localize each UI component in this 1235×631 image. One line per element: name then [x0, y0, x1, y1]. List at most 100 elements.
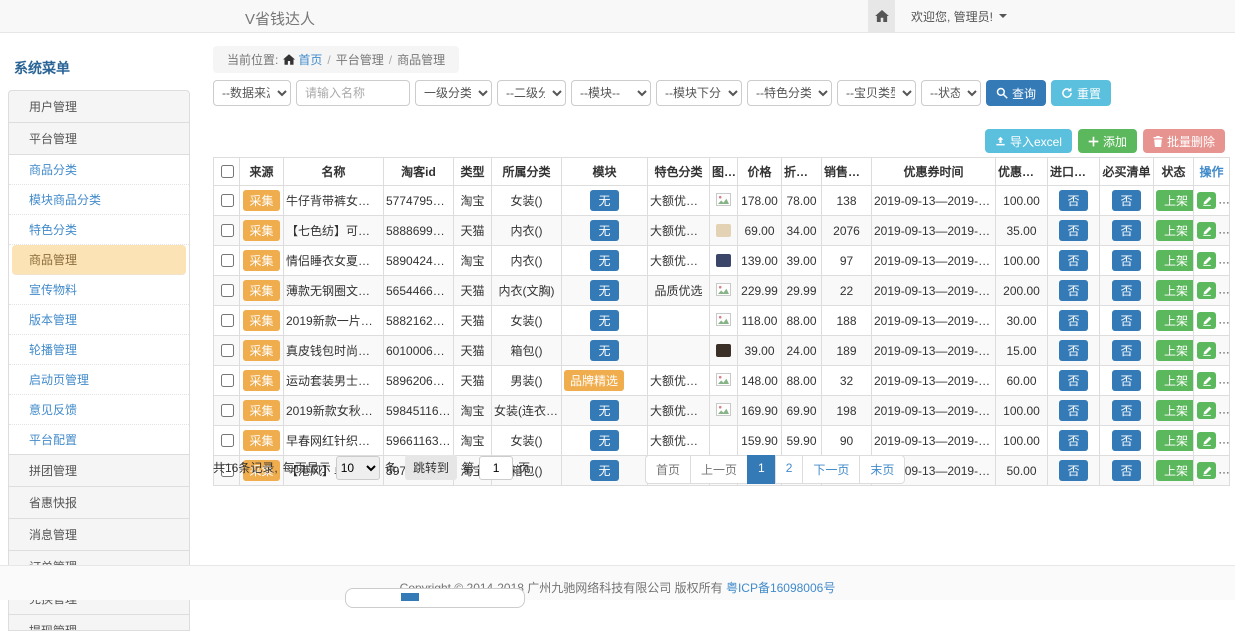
jump-button[interactable]: 跳转到 — [405, 455, 457, 480]
edit-button[interactable] — [1197, 222, 1216, 239]
status-on-shelf-button[interactable]: 上架 — [1156, 190, 1194, 211]
import-select-toggle[interactable]: 否 — [1059, 190, 1087, 211]
filter-dropdown[interactable]: --模块-- — [571, 80, 651, 106]
import-excel-button[interactable]: 导入excel — [985, 129, 1072, 153]
row-checkbox[interactable] — [221, 314, 234, 327]
must-buy-toggle[interactable]: 否 — [1112, 430, 1140, 451]
name-search-input[interactable] — [296, 80, 410, 106]
filter-dropdown[interactable]: --模块下分类-- — [656, 80, 742, 106]
sidebar-item[interactable]: 平台配置 — [9, 425, 189, 454]
import-select-toggle[interactable]: 否 — [1059, 460, 1087, 481]
import-select-toggle[interactable]: 否 — [1059, 430, 1087, 451]
sidebar-item[interactable]: 意见反馈 — [9, 395, 189, 425]
per-page-select[interactable]: 10 — [336, 456, 380, 480]
filter-dropdown[interactable]: --数据来源-- — [213, 80, 291, 106]
batch-delete-button[interactable]: 批量删除 — [1143, 129, 1225, 153]
page-button[interactable]: 上一页 — [690, 455, 748, 484]
must-buy-toggle[interactable]: 否 — [1112, 280, 1140, 301]
filter-dropdown[interactable]: --特色分类-- — [747, 80, 832, 106]
must-buy-toggle[interactable]: 否 — [1112, 400, 1140, 421]
import-select-toggle[interactable]: 否 — [1059, 220, 1087, 241]
filter-dropdown[interactable]: 一级分类 — [415, 80, 492, 106]
status-on-shelf-button[interactable]: 上架 — [1156, 280, 1194, 301]
icp-link[interactable]: 粤ICP备16098006号 — [726, 581, 835, 595]
must-buy-toggle[interactable]: 否 — [1112, 310, 1140, 331]
sidebar-item[interactable]: 轮播管理 — [9, 335, 189, 365]
sidebar-group[interactable]: 拼团管理 — [8, 454, 190, 487]
user-menu[interactable]: 欢迎您, 管理员! — [895, 0, 1025, 32]
must-buy-toggle-cell: 否 — [1100, 366, 1154, 396]
sales-cell: 2076 — [822, 216, 872, 246]
status-on-shelf-button[interactable]: 上架 — [1156, 430, 1194, 451]
row-checkbox[interactable] — [221, 434, 234, 447]
status-on-shelf-button[interactable]: 上架 — [1156, 400, 1194, 421]
row-checkbox[interactable] — [221, 344, 234, 357]
select-all-checkbox[interactable] — [221, 165, 234, 178]
must-buy-toggle[interactable]: 否 — [1112, 340, 1140, 361]
filter-dropdown[interactable]: --二级分类-- — [497, 80, 566, 106]
edit-button[interactable] — [1197, 252, 1216, 269]
edit-button[interactable] — [1197, 402, 1216, 419]
row-checkbox[interactable] — [221, 254, 234, 267]
sidebar-group[interactable]: 平台管理 — [8, 122, 190, 155]
must-buy-toggle[interactable]: 否 — [1112, 190, 1140, 211]
coupon-amount-cell: 30.00 — [996, 306, 1048, 336]
must-buy-toggle[interactable]: 否 — [1112, 220, 1140, 241]
sidebar-item[interactable]: 启动页管理 — [9, 365, 189, 395]
must-buy-toggle[interactable]: 否 — [1112, 460, 1140, 481]
sidebar-group[interactable]: 省惠快报 — [8, 486, 190, 519]
breadcrumb-home-link[interactable]: 首页 — [283, 51, 322, 68]
import-select-toggle[interactable]: 否 — [1059, 340, 1087, 361]
import-select-toggle[interactable]: 否 — [1059, 370, 1087, 391]
import-select-toggle[interactable]: 否 — [1059, 310, 1087, 331]
filter-bar: --数据来源-- 一级分类--二级分类----模块----模块下分类----特色分… — [213, 80, 1111, 106]
page-button[interactable]: 末页 — [859, 455, 905, 484]
search-button[interactable]: 查询 — [986, 80, 1046, 106]
sidebar-group[interactable]: 消息管理 — [8, 518, 190, 551]
status-on-shelf-button[interactable]: 上架 — [1156, 220, 1194, 241]
edit-button[interactable] — [1197, 282, 1216, 299]
status-on-shelf-button[interactable]: 上架 — [1156, 310, 1194, 331]
page-button[interactable]: 下一页 — [802, 455, 860, 484]
column-header: 所属分类 — [492, 158, 562, 186]
must-buy-toggle[interactable]: 否 — [1112, 370, 1140, 391]
must-buy-toggle[interactable]: 否 — [1112, 250, 1140, 271]
sidebar-item[interactable]: 特色分类 — [9, 215, 189, 245]
reset-button[interactable]: 重置 — [1051, 80, 1111, 106]
sidebar-item[interactable]: 版本管理 — [9, 305, 189, 335]
row-checkbox[interactable] — [221, 374, 234, 387]
sidebar-group[interactable]: 用户管理 — [8, 90, 190, 123]
edit-button[interactable] — [1197, 432, 1216, 449]
breadcrumb-home-label[interactable]: 首页 — [298, 51, 322, 68]
row-checkbox[interactable] — [221, 404, 234, 417]
status-on-shelf-button[interactable]: 上架 — [1156, 460, 1194, 481]
page-button[interactable]: 2 — [775, 455, 804, 484]
edit-button[interactable] — [1197, 462, 1216, 479]
row-checkbox[interactable] — [221, 224, 234, 237]
row-checkbox[interactable] — [221, 194, 234, 207]
add-button[interactable]: 添加 — [1078, 129, 1137, 153]
sidebar-item[interactable]: 商品分类 — [9, 155, 189, 185]
sidebar-item[interactable]: 宣传物料 — [9, 275, 189, 305]
edit-button[interactable] — [1197, 312, 1216, 329]
filter-dropdown[interactable]: --状态-- — [921, 80, 981, 106]
import-select-toggle[interactable]: 否 — [1059, 250, 1087, 271]
status-on-shelf-button[interactable]: 上架 — [1156, 370, 1194, 391]
operations-cell — [1194, 396, 1230, 426]
jump-page-input[interactable] — [479, 456, 513, 480]
home-button[interactable] — [868, 0, 895, 32]
page-button[interactable]: 1 — [747, 455, 776, 484]
sidebar-item[interactable]: 商品管理 — [12, 245, 186, 275]
import-select-toggle[interactable]: 否 — [1059, 400, 1087, 421]
sidebar-group[interactable]: 提现管理 — [8, 614, 190, 631]
page-button[interactable]: 首页 — [645, 455, 691, 484]
sidebar-item[interactable]: 模块商品分类 — [9, 185, 189, 215]
filter-dropdown[interactable]: --宝贝类型-- — [837, 80, 916, 106]
edit-button[interactable] — [1197, 192, 1216, 209]
import-select-toggle[interactable]: 否 — [1059, 280, 1087, 301]
status-on-shelf-button[interactable]: 上架 — [1156, 340, 1194, 361]
status-on-shelf-button[interactable]: 上架 — [1156, 250, 1194, 271]
edit-button[interactable] — [1197, 372, 1216, 389]
row-checkbox[interactable] — [221, 284, 234, 297]
edit-button[interactable] — [1197, 342, 1216, 359]
